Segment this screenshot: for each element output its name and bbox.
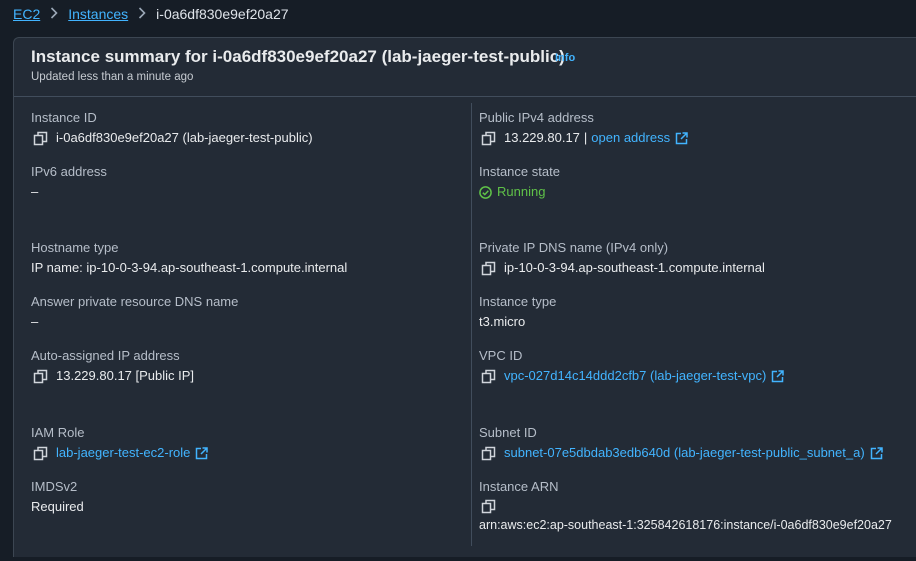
- field-private-dns: Private IP DNS name (IPv4 only) ip-10-0-…: [479, 240, 765, 276]
- private-dns-row: ip-10-0-3-94.ap-southeast-1.compute.inte…: [479, 260, 765, 276]
- instance-state-value: Running: [497, 184, 546, 199]
- check-circle-icon: [479, 185, 492, 199]
- instance-id-label: Instance ID: [31, 110, 97, 125]
- instance-summary-panel: Instance summary for i-0a6df830e9ef20a27…: [13, 37, 916, 557]
- private-dns-value: ip-10-0-3-94.ap-southeast-1.compute.inte…: [504, 260, 765, 275]
- copy-icon[interactable]: [481, 131, 496, 146]
- external-link-icon[interactable]: [870, 446, 883, 460]
- field-ipv6: IPv6 address –: [31, 164, 107, 200]
- field-auto-ip: Auto-assigned IP address 13.229.80.17 [P…: [31, 348, 194, 384]
- external-link-icon[interactable]: [675, 131, 688, 145]
- instance-type-value: t3.micro: [479, 314, 526, 329]
- field-vpc-id: VPC ID vpc-027d14c14ddd2cfb7 (lab-jaeger…: [479, 348, 785, 384]
- instance-type-label: Instance type: [479, 294, 557, 309]
- field-instance-id: Instance ID i-0a6df830e9ef20a27 (lab-jae…: [31, 110, 313, 146]
- subnet-id-row: subnet-07e5dbdab3edb640d (lab-jaeger-tes…: [479, 445, 883, 461]
- hostname-type-label: Hostname type: [31, 240, 119, 255]
- hostname-type-value: IP name: ip-10-0-3-94.ap-southeast-1.com…: [31, 260, 348, 275]
- column-divider: [471, 103, 472, 546]
- instance-id-value: i-0a6df830e9ef20a27 (lab-jaeger-test-pub…: [56, 130, 313, 145]
- answer-dns-value: –: [31, 314, 39, 329]
- panel-header: Instance summary for i-0a6df830e9ef20a27…: [14, 38, 916, 97]
- auto-ip-label: Auto-assigned IP address: [31, 348, 180, 363]
- breadcrumb-ec2-link[interactable]: EC2: [13, 6, 40, 22]
- panel-title: Instance summary for i-0a6df830e9ef20a27…: [31, 47, 565, 66]
- field-answer-dns: Answer private resource DNS name –: [31, 294, 238, 330]
- ipv6-label: IPv6 address: [31, 164, 107, 179]
- field-instance-arn: Instance ARN arn:aws:ec2:ap-southeast-1:…: [479, 479, 892, 533]
- copy-icon[interactable]: [481, 499, 496, 514]
- vpc-id-link[interactable]: vpc-027d14c14ddd2cfb7 (lab-jaeger-test-v…: [504, 368, 766, 384]
- subnet-id-label: Subnet ID: [479, 425, 537, 440]
- copy-icon[interactable]: [481, 446, 496, 461]
- chevron-right-icon: [128, 6, 156, 22]
- iam-role-label: IAM Role: [31, 425, 85, 440]
- breadcrumb-instances-link[interactable]: Instances: [68, 6, 128, 22]
- field-public-ipv4: Public IPv4 address 13.229.80.17 | open …: [479, 110, 688, 146]
- vpc-id-label: VPC ID: [479, 348, 523, 363]
- auto-ip-row: 13.229.80.17 [Public IP]: [31, 368, 194, 384]
- instance-arn-value: arn:aws:ec2:ap-southeast-1:325842618176:…: [479, 518, 892, 532]
- vpc-id-row: vpc-027d14c14ddd2cfb7 (lab-jaeger-test-v…: [479, 368, 785, 384]
- field-hostname-type: Hostname type IP name: ip-10-0-3-94.ap-s…: [31, 240, 347, 276]
- field-subnet-id: Subnet ID subnet-07e5dbdab3edb640d (lab-…: [479, 425, 883, 461]
- open-address-link[interactable]: open address: [591, 130, 670, 146]
- imdsv2-label: IMDSv2: [31, 479, 78, 494]
- public-ipv4-label: Public IPv4 address: [479, 110, 594, 125]
- subnet-id-link[interactable]: subnet-07e5dbdab3edb640d (lab-jaeger-tes…: [504, 445, 865, 461]
- iam-role-row: lab-jaeger-test-ec2-role: [31, 445, 209, 461]
- instance-arn-label: Instance ARN: [479, 479, 559, 494]
- external-link-icon[interactable]: [195, 446, 209, 460]
- copy-icon[interactable]: [33, 446, 48, 461]
- copy-icon[interactable]: [481, 369, 496, 384]
- copy-icon[interactable]: [481, 261, 496, 276]
- copy-icon[interactable]: [33, 131, 48, 146]
- iam-role-link[interactable]: lab-jaeger-test-ec2-role: [56, 445, 190, 461]
- auto-ip-value: 13.229.80.17 [Public IP]: [56, 368, 195, 383]
- private-dns-label: Private IP DNS name (IPv4 only): [479, 240, 669, 255]
- updated-text: Updated less than a minute ago: [31, 71, 194, 83]
- chevron-right-icon: [40, 6, 68, 22]
- instance-state-label: Instance state: [479, 164, 560, 179]
- public-ipv4-value: 13.229.80.17: [504, 130, 580, 145]
- separator: |: [583, 130, 588, 145]
- imdsv2-value: Required: [31, 499, 84, 514]
- instance-state-status: Running: [479, 184, 560, 200]
- breadcrumb: EC2 Instances i-0a6df830e9ef20a27: [13, 5, 289, 23]
- instance-arn-copy-row: [479, 499, 892, 514]
- public-ipv4-row: 13.229.80.17 | open address: [479, 130, 688, 146]
- copy-icon[interactable]: [33, 369, 48, 384]
- breadcrumb-current: i-0a6df830e9ef20a27: [156, 6, 289, 22]
- field-instance-state: Instance state Running: [479, 164, 560, 200]
- instance-id-row: i-0a6df830e9ef20a27 (lab-jaeger-test-pub…: [31, 130, 313, 146]
- field-iam-role: IAM Role lab-jaeger-test-ec2-role: [31, 425, 209, 461]
- answer-dns-label: Answer private resource DNS name: [31, 294, 239, 309]
- info-link[interactable]: Info: [555, 52, 575, 64]
- field-imdsv2: IMDSv2 Required: [31, 479, 84, 515]
- external-link-icon[interactable]: [771, 369, 785, 383]
- field-instance-type: Instance type t3.micro: [479, 294, 556, 330]
- ipv6-value: –: [31, 184, 39, 199]
